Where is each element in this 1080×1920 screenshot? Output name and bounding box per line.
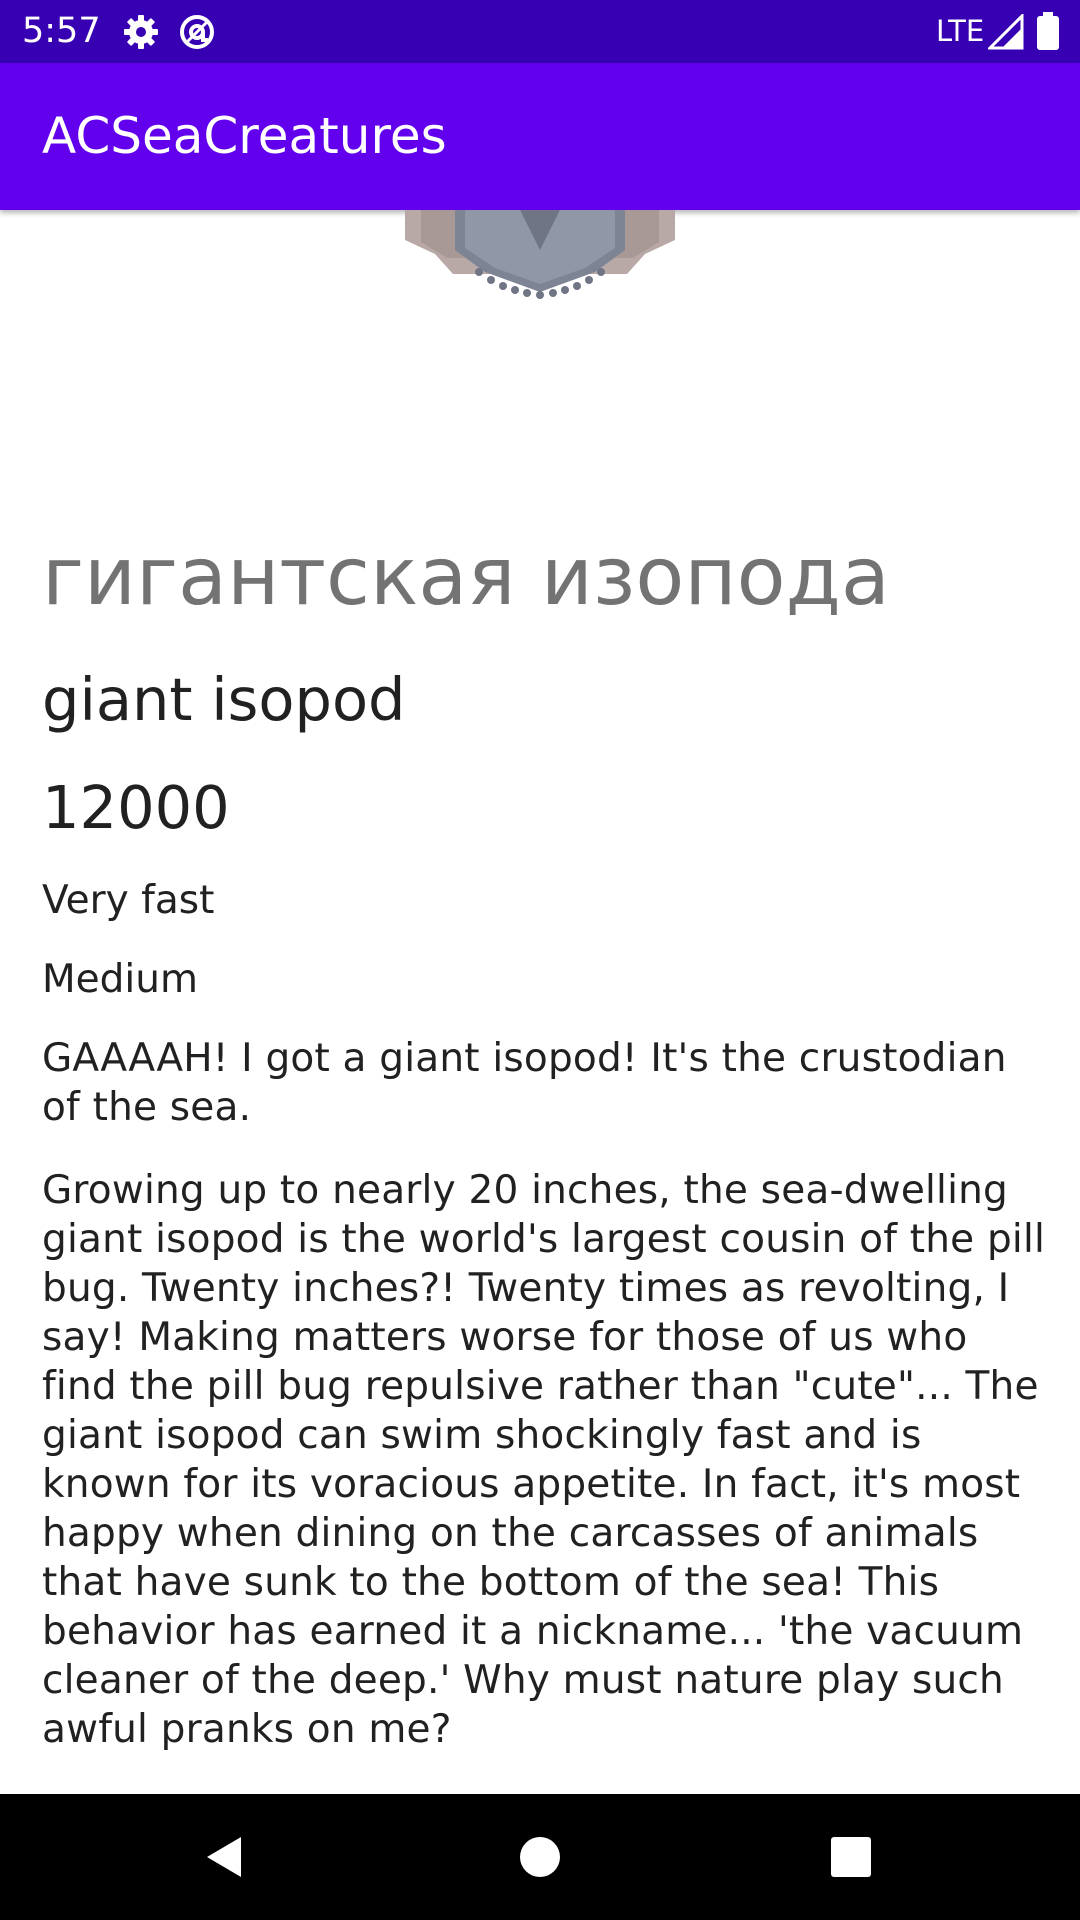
giant-isopod-image	[395, 210, 685, 320]
creature-name-russian: гигантская изопода	[42, 530, 890, 623]
home-icon[interactable]	[512, 1829, 568, 1885]
status-time: 5:57	[22, 11, 101, 51]
creature-shadow-size: Medium	[42, 957, 198, 1002]
back-icon[interactable]	[197, 1829, 253, 1885]
creature-speed: Very fast	[42, 878, 215, 923]
at-sign-icon	[177, 12, 217, 52]
catch-phrase: GAAAAH! I got a giant isopod! It's the c…	[42, 1036, 1007, 1130]
status-bar: 5:57 LTE	[0, 0, 1080, 63]
creature-detail[interactable]: гигантская изопода giant isopod 12000 Ve…	[0, 210, 1080, 1794]
network-type: LTE	[936, 14, 985, 48]
creature-price: 12000	[42, 773, 230, 842]
signal-icon	[986, 12, 1028, 54]
recents-icon[interactable]	[823, 1829, 879, 1885]
museum-description: Growing up to nearly 20 inches, the sea-…	[42, 1168, 1046, 1752]
navigation-bar	[0, 1794, 1080, 1920]
app-title: ACSeaCreatures	[42, 107, 447, 165]
battery-icon	[1036, 12, 1060, 52]
app-bar: ACSeaCreatures	[0, 63, 1080, 210]
gear-icon	[121, 12, 161, 52]
creature-name-english: giant isopod	[42, 665, 406, 734]
